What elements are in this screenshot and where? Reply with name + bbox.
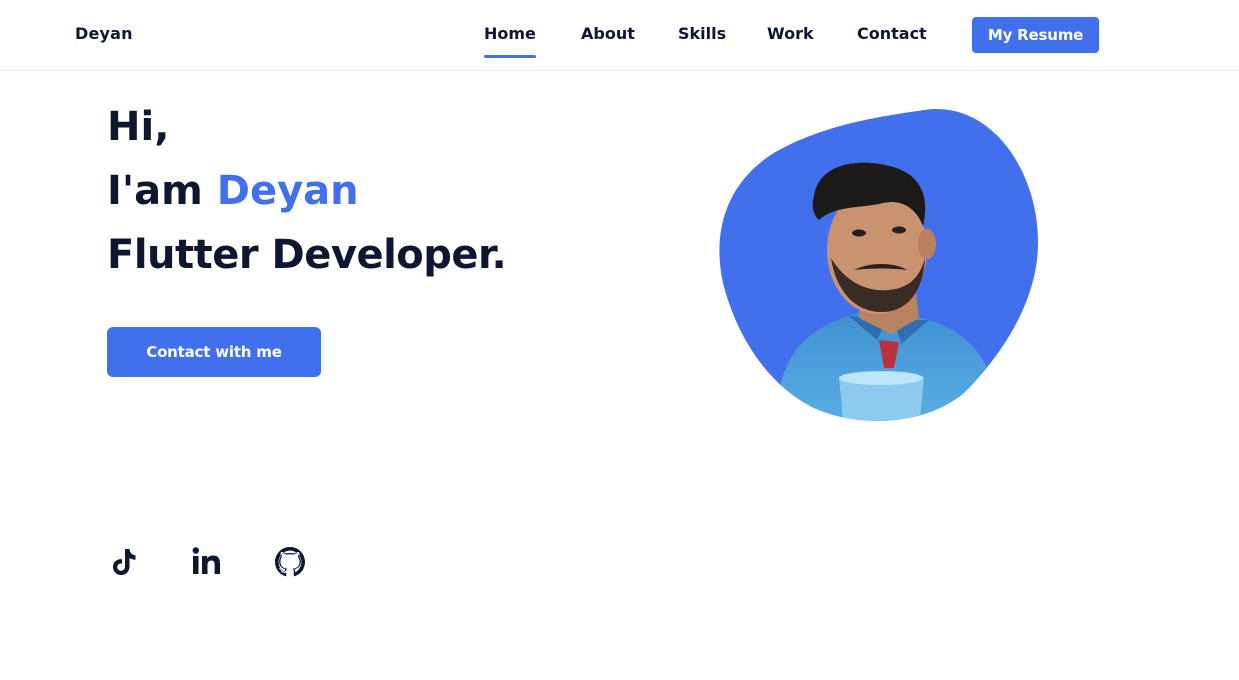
hero-name: Deyan [216,168,359,214]
nav-item-home[interactable]: Home [484,24,536,58]
linkedin-icon[interactable] [190,545,224,579]
profile-photo [719,108,1039,422]
nav-item-skills[interactable]: Skills [678,24,726,43]
nav-item-about[interactable]: About [581,24,635,43]
hero-intro-prefix: I'am [107,168,217,214]
github-icon[interactable] [273,545,307,579]
site-header: Deyan Home About Skills Work Contact My … [0,0,1239,71]
hero-intro: I'am Deyan [107,167,359,215]
profile-blob-icon [719,109,1039,421]
nav-item-contact[interactable]: Contact [857,24,927,43]
hero-greeting: Hi, [107,104,170,150]
site-logo[interactable]: Deyan [75,24,133,43]
tiktok-icon[interactable] [106,545,140,579]
hero-role: Flutter Developer. [107,232,507,278]
contact-with-me-button[interactable]: Contact with me [107,327,321,377]
my-resume-button[interactable]: My Resume [972,17,1099,53]
nav-item-work[interactable]: Work [767,24,814,43]
